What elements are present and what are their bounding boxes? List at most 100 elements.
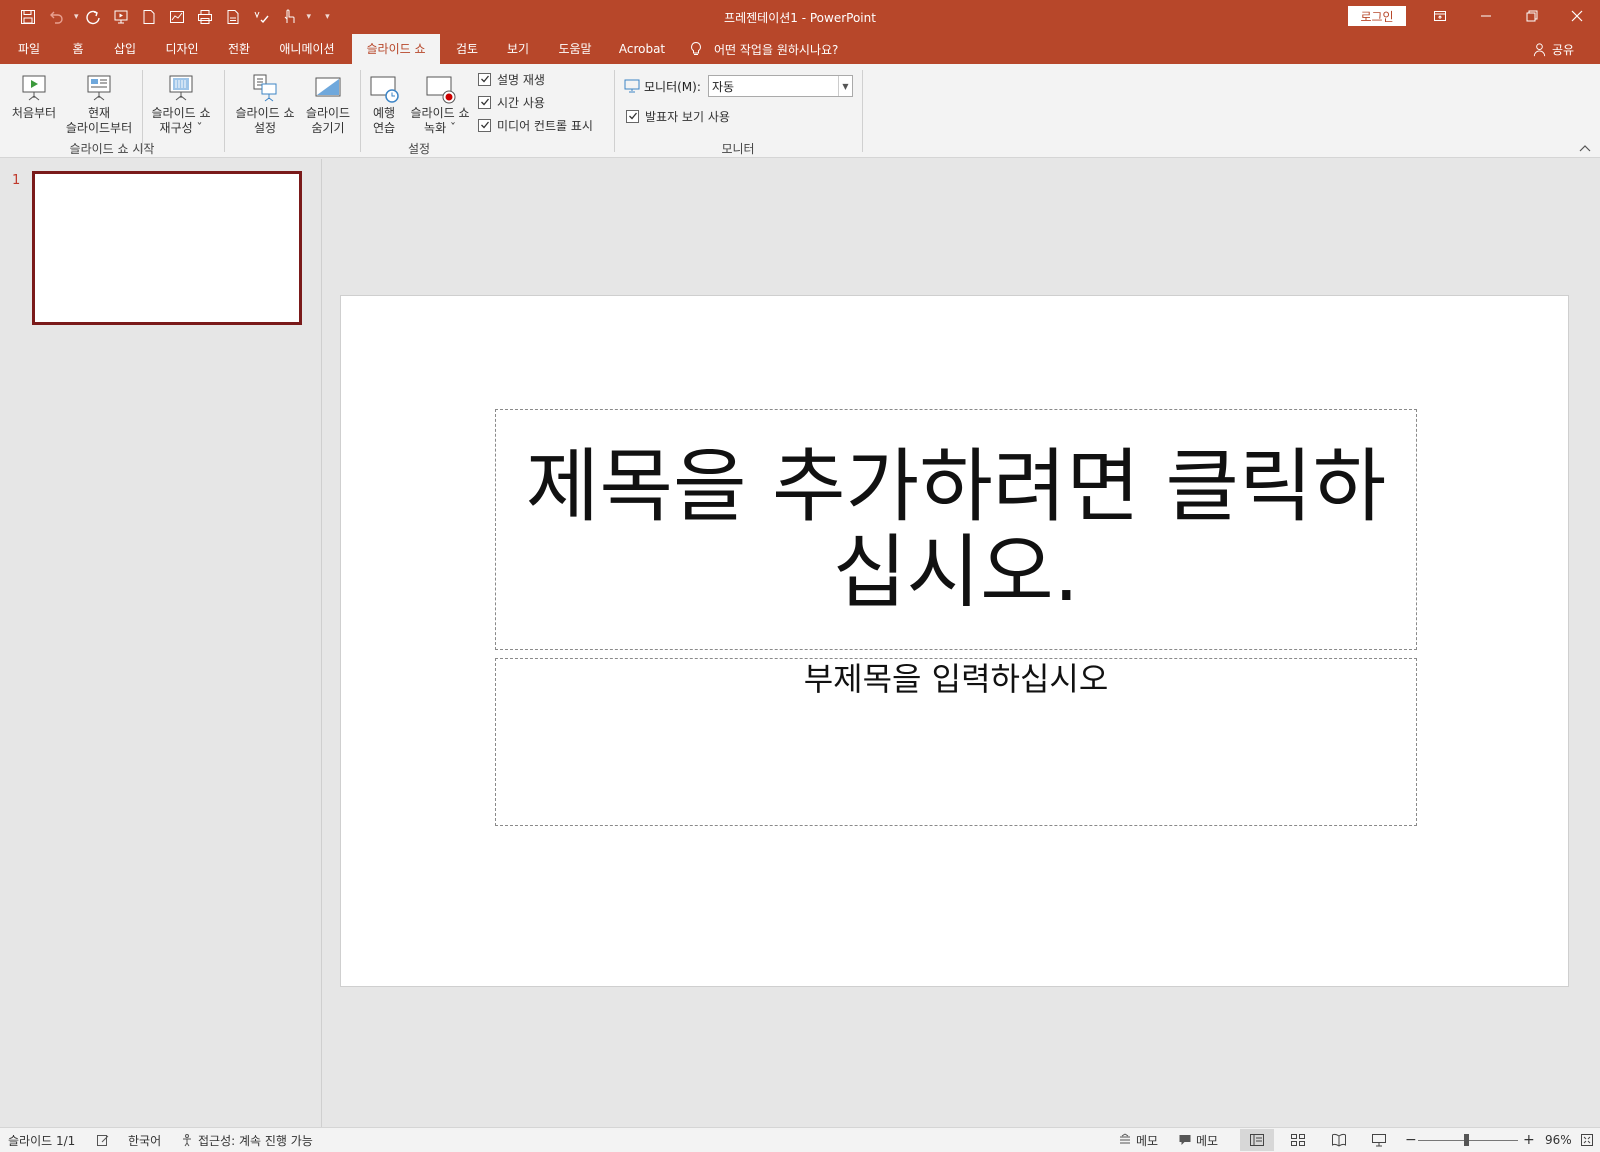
- rehearse-clock-icon: [370, 76, 399, 103]
- group-label-setup: 설정: [407, 142, 431, 156]
- tab-acrobat[interactable]: Acrobat: [612, 34, 672, 64]
- proofing-icon: [97, 1135, 109, 1146]
- slide-thumbnail[interactable]: [32, 171, 302, 325]
- dropdown-arrow-icon[interactable]: ▼: [838, 76, 852, 96]
- tab-slide-show[interactable]: 슬라이드 쇼: [352, 34, 440, 64]
- monitor-select[interactable]: 자동 ▼: [708, 75, 853, 97]
- zoom-in-button[interactable]: +: [1523, 1128, 1535, 1152]
- from-current-slide-button[interactable]: 현재 슬라이드부터: [62, 68, 136, 136]
- language-status[interactable]: 한국어: [128, 1128, 161, 1152]
- use-timings-checkbox[interactable]: 시간 사용: [478, 93, 545, 111]
- from-current-label-1: 현재: [87, 106, 111, 120]
- reading-view-icon: [1332, 1133, 1346, 1147]
- reading-view-button[interactable]: [1322, 1129, 1356, 1151]
- presenter-view-label: 발표자 보기 사용: [645, 109, 730, 124]
- monitor-select-value: 자동: [712, 79, 735, 94]
- minimize-icon: [1481, 15, 1491, 17]
- tab-animations[interactable]: 애니메이션: [270, 34, 344, 64]
- record-label-2: 녹화 ˇ: [424, 121, 456, 135]
- record-slide-show-button[interactable]: 슬라이드 쇼 녹화 ˇ: [406, 68, 474, 136]
- hide-slide-button[interactable]: 슬라이드 숨기기: [300, 68, 356, 136]
- tab-design[interactable]: 디자인: [156, 34, 208, 64]
- zoom-level[interactable]: 96%: [1545, 1128, 1572, 1152]
- hide-slide-icon: [315, 77, 341, 97]
- presenter-view-checkbox[interactable]: 발표자 보기 사용: [626, 107, 730, 125]
- from-beginning-button[interactable]: 처음부터: [6, 68, 62, 121]
- subtitle-placeholder[interactable]: 부제목을 입력하십시오: [495, 658, 1417, 826]
- notes-button[interactable]: 메모: [1118, 1128, 1158, 1152]
- play-narrations-label: 설명 재생: [497, 72, 545, 87]
- group-label-start: 슬라이드 쇼 시작: [69, 142, 155, 156]
- accessibility-status[interactable]: 접근성: 계속 진행 가능: [180, 1128, 313, 1152]
- check-icon: [480, 98, 489, 106]
- checkbox-box: [478, 72, 491, 86]
- accessibility-label: 접근성: 계속 진행 가능: [198, 1133, 313, 1148]
- play-narrations-checkbox[interactable]: 설명 재생: [478, 70, 545, 88]
- hide-slide-label-2: 숨기기: [311, 121, 345, 135]
- fit-to-window-button[interactable]: [1580, 1128, 1598, 1152]
- custom-show-label-2: 재구성 ˇ: [159, 121, 203, 135]
- ribbon-tab-bar: 파일 홈 삽입 디자인 전환 애니메이션 슬라이드 쇼 검토 보기 도움말 Ac…: [0, 34, 1600, 64]
- title-placeholder-text: 제목을 추가하려면 클릭하십시오.: [525, 439, 1387, 619]
- title-bar: ▾ ▾ ▾ 프레젠테이션1 - PowerPoint 로그인: [0, 0, 1600, 34]
- lightbulb-icon: [691, 41, 701, 55]
- tab-transitions[interactable]: 전환: [218, 34, 260, 64]
- tab-help[interactable]: 도움말: [550, 34, 600, 64]
- normal-view-button[interactable]: [1240, 1129, 1274, 1151]
- ribbon-display-options-button[interactable]: [1417, 0, 1463, 32]
- setup-show-icon: [253, 74, 277, 102]
- minimize-button[interactable]: [1463, 0, 1509, 32]
- tab-insert[interactable]: 삽입: [104, 34, 146, 64]
- notes-icon: [1120, 1133, 1130, 1144]
- monitor-label: 모니터(M):: [644, 79, 701, 94]
- custom-show-icon: [169, 75, 193, 101]
- slide-sorter-view-button[interactable]: [1281, 1129, 1315, 1151]
- slide-show-view-button[interactable]: [1362, 1129, 1396, 1151]
- check-icon: [628, 112, 637, 120]
- share-button[interactable]: 공유: [1532, 34, 1574, 64]
- checkbox-box: [478, 95, 491, 109]
- tell-me-text: 어떤 작업을 원하시나요?: [714, 42, 839, 57]
- set-up-slide-show-button[interactable]: 슬라이드 쇼 설정: [230, 68, 300, 136]
- tab-view[interactable]: 보기: [498, 34, 538, 64]
- person-icon: [1533, 42, 1546, 56]
- from-current-label-2: 슬라이드부터: [65, 121, 133, 135]
- comments-button[interactable]: 메모: [1178, 1128, 1218, 1152]
- ribbon-slide-show: 처음부터 현재 슬라이드부터 슬라이드 쇼 재구성 ˇ 슬라이드 쇼 시작 슬라…: [0, 64, 1600, 158]
- restore-icon: [1526, 10, 1538, 22]
- tell-me-search[interactable]: 어떤 작업을 원하시나요?: [688, 34, 838, 64]
- login-button[interactable]: 로그인: [1348, 6, 1406, 26]
- title-placeholder[interactable]: 제목을 추가하려면 클릭하십시오.: [495, 409, 1417, 650]
- status-bar: 슬라이드 1/1 한국어 접근성: 계속 진행 가능 메모 메모 − + 96%: [0, 1127, 1600, 1152]
- group-separator: [862, 70, 863, 152]
- checkbox-box: [626, 109, 639, 123]
- close-button[interactable]: [1554, 0, 1600, 32]
- restore-button[interactable]: [1509, 0, 1555, 32]
- slide-thumbnail-pane: 1: [0, 159, 322, 1127]
- slide-counter: 슬라이드 1/1: [8, 1133, 76, 1148]
- accessibility-icon: [183, 1134, 191, 1147]
- check-icon: [480, 121, 489, 129]
- show-media-controls-label: 미디어 컨트롤 표시: [497, 118, 593, 133]
- subtitle-placeholder-text: 부제목을 입력하십시오: [803, 660, 1109, 698]
- notes-label: 메모: [1136, 1133, 1159, 1148]
- tab-review[interactable]: 검토: [448, 34, 486, 64]
- slide-show-icon: [1372, 1134, 1386, 1147]
- normal-view-icon: [1250, 1134, 1264, 1146]
- group-label-monitor: 모니터: [721, 142, 755, 156]
- show-media-controls-checkbox[interactable]: 미디어 컨트롤 표시: [478, 116, 593, 134]
- zoom-out-button[interactable]: −: [1405, 1128, 1417, 1152]
- comment-icon: [1179, 1135, 1191, 1145]
- hide-slide-label-1: 슬라이드: [305, 106, 351, 120]
- slide-sorter-icon: [1291, 1134, 1305, 1146]
- custom-slide-show-button[interactable]: 슬라이드 쇼 재구성 ˇ: [146, 68, 216, 136]
- from-beginning-label: 처음부터: [11, 106, 57, 120]
- rehearse-timings-button[interactable]: 예행 연습: [362, 68, 406, 136]
- play-from-current-icon: [87, 75, 111, 101]
- zoom-slider-thumb[interactable]: [1463, 1134, 1469, 1146]
- spelling-status[interactable]: [96, 1128, 114, 1152]
- tab-home[interactable]: 홈: [60, 34, 96, 64]
- collapse-ribbon-icon[interactable]: [1578, 142, 1592, 154]
- tab-file[interactable]: 파일: [8, 34, 50, 64]
- close-icon: [1571, 10, 1583, 22]
